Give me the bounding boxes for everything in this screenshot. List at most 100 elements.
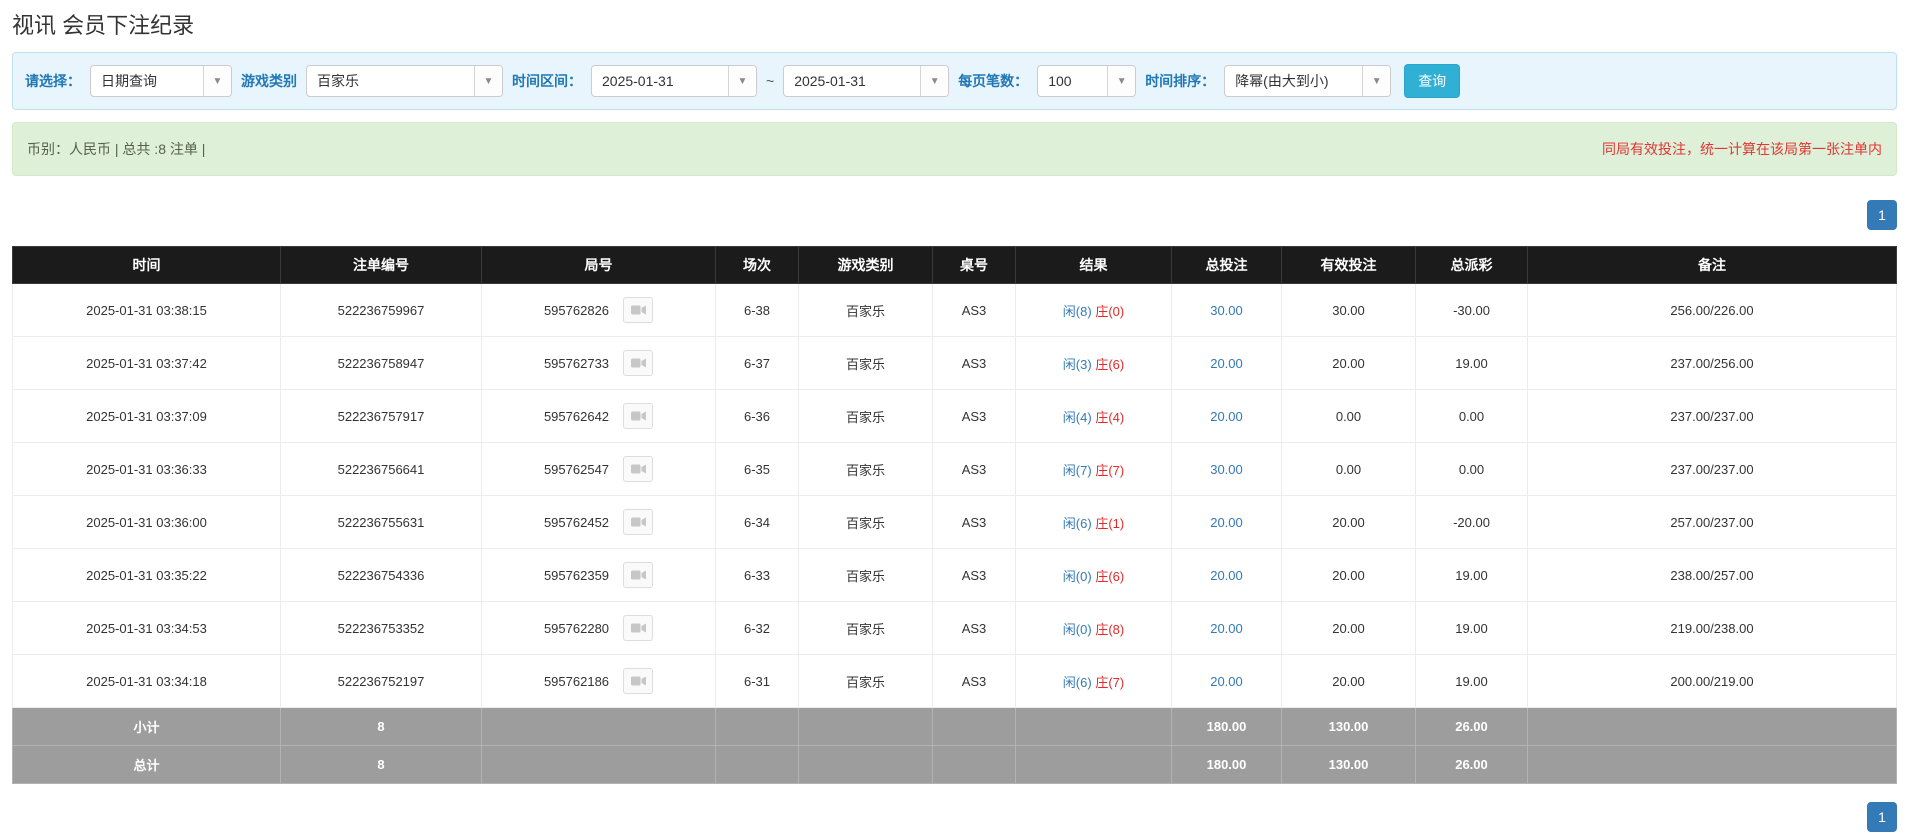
cell-table-no: AS3 [932,336,1016,390]
result-player: 闲(3) [1062,356,1092,372]
cell-table-no: AS3 [932,601,1016,655]
cell-time: 2025-01-31 03:36:00 [12,495,281,549]
video-camera-icon [630,570,646,580]
total-bet-link[interactable]: 20.00 [1210,515,1243,530]
cell-result: 闲(3) 庄(6) [1015,336,1172,390]
chevron-down-icon[interactable]: ▼ [1107,66,1136,96]
game-type-dropdown[interactable]: 百家乐 ▼ [306,65,503,97]
page-1-button[interactable]: 1 [1867,200,1897,230]
cell-total-bet: 20.00 [1171,601,1282,655]
cell-result: 闲(4) 庄(4) [1015,389,1172,443]
search-button[interactable]: 查询 [1404,64,1461,98]
cell-table-no: AS3 [932,442,1016,496]
result-player: 闲(6) [1062,515,1092,531]
column-header: 总派彩 [1415,246,1528,284]
cell-valid-bet: 20.00 [1281,654,1416,708]
footer-cell: 26.00 [1415,745,1528,784]
chevron-down-icon[interactable]: ▼ [728,66,756,96]
replay-button[interactable] [623,562,654,588]
replay-button[interactable] [623,456,654,482]
round-cell-inner: 595762826 [490,297,707,323]
cell-time: 2025-01-31 03:34:53 [12,601,281,655]
replay-button[interactable] [623,403,654,429]
table-row: 2025-01-31 03:37:09 522236757917 595762642… [12,389,1897,443]
footer-cell [1527,707,1897,746]
cell-table-no: AS3 [932,654,1016,708]
total-bet-link[interactable]: 30.00 [1210,462,1243,477]
round-cell-inner: 595762642 [490,403,707,429]
cell-valid-bet: 0.00 [1281,442,1416,496]
cell-session: 6-33 [715,548,799,602]
cell-valid-bet: 20.00 [1281,548,1416,602]
total-bet-link[interactable]: 30.00 [1210,303,1243,318]
cell-total-bet: 20.00 [1171,654,1282,708]
round-cell-inner: 595762547 [490,456,707,482]
chevron-down-icon[interactable]: ▼ [474,66,502,96]
round-cell-inner: 595762452 [490,509,707,535]
cell-game-type: 百家乐 [798,548,933,602]
total-bet-link[interactable]: 20.00 [1210,409,1243,424]
footer-cell: 总计 [12,745,281,784]
subtotal-row: 小计 8 180.00 130.00 26.00 [12,707,1897,746]
replay-button[interactable] [623,509,654,535]
cell-result: 闲(7) 庄(7) [1015,442,1172,496]
cell-valid-bet: 20.00 [1281,495,1416,549]
page-size-label: 每页笔数： [958,73,1029,89]
chevron-down-icon[interactable]: ▼ [920,66,949,96]
cell-remark: 237.00/256.00 [1527,336,1897,390]
cell-session: 6-31 [715,654,799,708]
total-bet-link[interactable]: 20.00 [1210,356,1243,371]
total-bet-link[interactable]: 20.00 [1210,568,1243,583]
total-row: 总计 8 180.00 130.00 26.00 [12,745,1897,784]
cell-payout: 19.00 [1415,336,1528,390]
table-row: 2025-01-31 03:37:42 522236758947 595762733… [12,336,1897,390]
replay-button[interactable] [623,615,654,641]
sort-order-dropdown[interactable]: 降幂(由大到小) ▼ [1224,65,1392,97]
cell-bet-id: 522236754336 [280,548,482,602]
result-player: 闲(0) [1062,621,1092,637]
cell-payout: 19.00 [1415,548,1528,602]
cell-remark: 238.00/257.00 [1527,548,1897,602]
total-bet-link[interactable]: 20.00 [1210,621,1243,636]
cell-round-id: 595762642 [481,389,716,443]
column-header: 游戏类别 [798,246,933,284]
cell-bet-id: 522236755631 [280,495,482,549]
cell-session: 6-34 [715,495,799,549]
page-size-dropdown[interactable]: 100 ▼ [1037,65,1137,97]
replay-button[interactable] [623,297,654,323]
page-1-button[interactable]: 1 [1867,802,1897,832]
table-row: 2025-01-31 03:34:53 522236753352 595762280… [12,601,1897,655]
footer-cell: 小计 [12,707,281,746]
video-camera-icon [630,517,646,527]
footer-cell [932,745,1016,784]
cell-bet-id: 522236753352 [280,601,482,655]
date-range-separator: ~ [766,73,775,89]
total-bet-link[interactable]: 20.00 [1210,674,1243,689]
footer-cell: 130.00 [1281,707,1416,746]
result-player: 闲(0) [1062,568,1092,584]
round-id-value: 595762186 [543,673,610,689]
footer-cell [715,707,799,746]
round-id-value: 595762359 [543,567,610,583]
pagination-top: 1 [12,200,1897,230]
chevron-down-icon[interactable]: ▼ [203,66,231,96]
replay-button[interactable] [623,350,654,376]
select-type-dropdown[interactable]: 日期查询 ▼ [90,65,232,97]
column-header: 桌号 [932,246,1016,284]
chevron-down-icon[interactable]: ▼ [1362,66,1391,96]
cell-time: 2025-01-31 03:34:18 [12,654,281,708]
date-from-picker[interactable]: 2025-01-31 ▼ [591,65,757,97]
cell-game-type: 百家乐 [798,442,933,496]
date-to-value: 2025-01-31 [794,73,866,89]
footer-cell: 180.00 [1171,707,1282,746]
cell-game-type: 百家乐 [798,495,933,549]
table-row: 2025-01-31 03:36:00 522236755631 595762452… [12,495,1897,549]
date-to-picker[interactable]: 2025-01-31 ▼ [783,65,950,97]
time-range-label: 时间区间： [512,73,582,89]
cell-round-id: 595762826 [481,283,716,337]
round-id-value: 595762826 [543,302,610,318]
cell-bet-id: 522236759967 [280,283,482,337]
cell-time: 2025-01-31 03:36:33 [12,442,281,496]
round-cell-inner: 595762280 [490,615,707,641]
replay-button[interactable] [623,668,654,694]
